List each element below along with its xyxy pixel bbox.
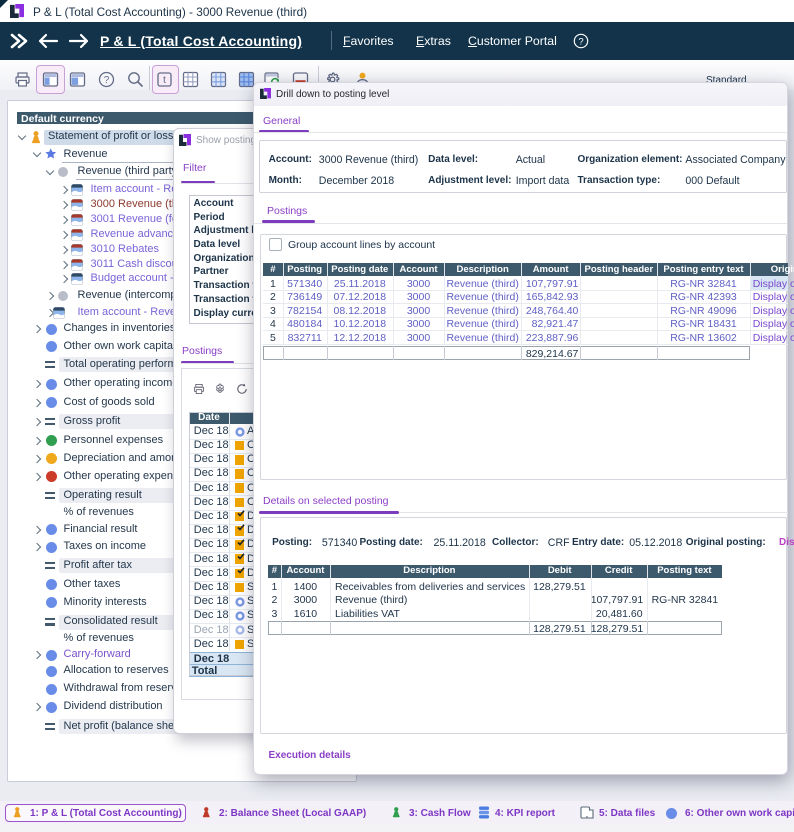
svg-text:?: ?	[104, 75, 110, 86]
svg-text:?: ?	[578, 36, 583, 47]
svg-text:t: t	[163, 74, 166, 86]
